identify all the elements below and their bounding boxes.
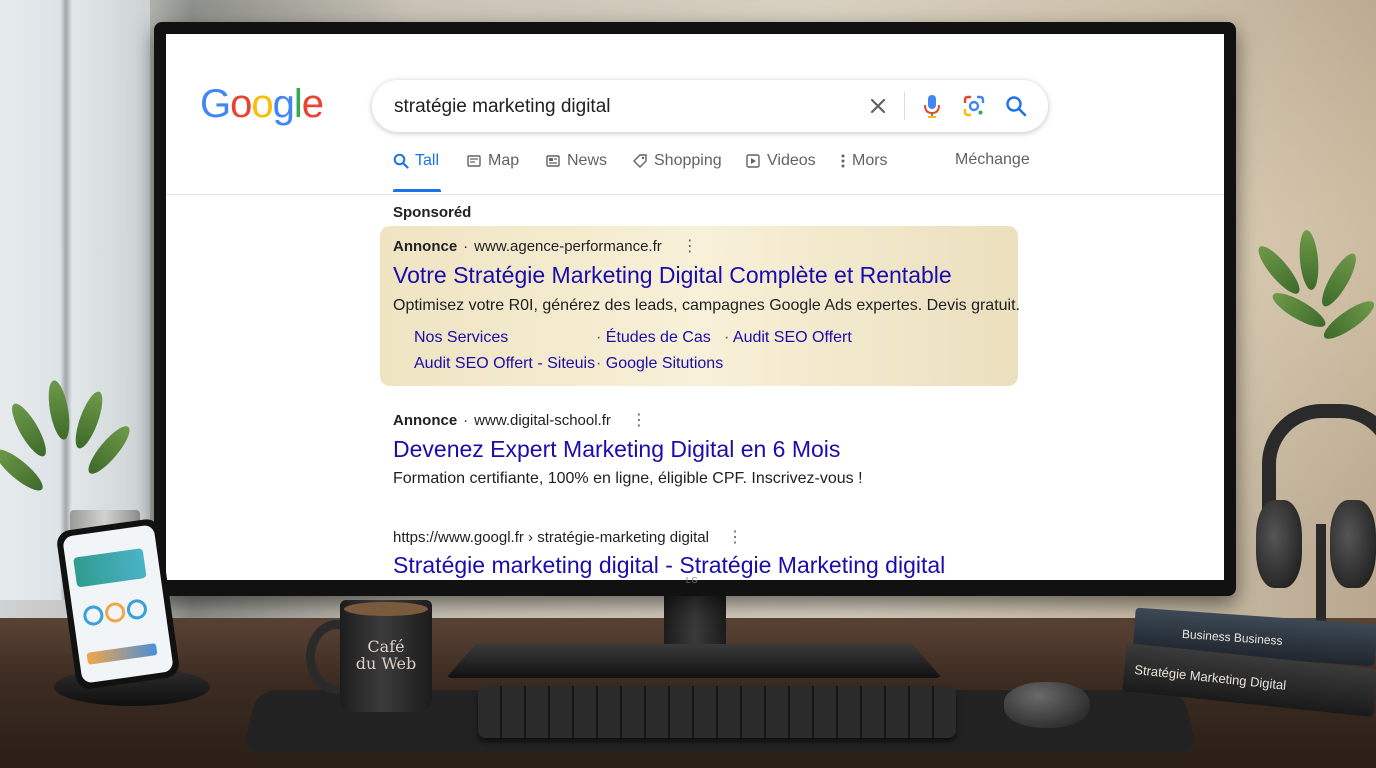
ad-url[interactable]: www.agence-performance.fr bbox=[474, 238, 662, 255]
browser-screen: Google stratégie marketing digital Tall … bbox=[166, 34, 1224, 580]
monitor-stand-base bbox=[446, 644, 942, 678]
mug-logo: Café du Web bbox=[355, 637, 417, 673]
tools-button[interactable]: Méchange bbox=[955, 151, 1030, 169]
tools-label: Méchange bbox=[955, 151, 1030, 168]
sitelink-seo-audit-sites[interactable]: Audit SEO Offert - Siteuis bbox=[414, 355, 595, 373]
mouse bbox=[1004, 682, 1090, 728]
map-icon bbox=[467, 155, 481, 167]
lens-icon[interactable] bbox=[960, 92, 988, 120]
search-divider bbox=[904, 92, 905, 120]
tab-shopping[interactable]: Shopping bbox=[632, 152, 722, 170]
more-options-icon[interactable]: ⋮ bbox=[631, 410, 647, 430]
ad-label: Annonce bbox=[393, 411, 458, 429]
search-bar[interactable]: stratégie marketing digital bbox=[372, 80, 1048, 132]
smartphone bbox=[55, 517, 181, 691]
google-logo[interactable]: Google bbox=[200, 82, 324, 127]
sitelink-seo-audit[interactable]: · Audit SEO Offert bbox=[724, 329, 852, 347]
bullet: · bbox=[463, 237, 469, 255]
ad-title-link[interactable]: Devenez Expert Marketing Digital en 6 Mo… bbox=[393, 436, 840, 463]
tab-news[interactable]: News bbox=[545, 152, 607, 170]
active-tab-indicator bbox=[393, 189, 441, 192]
ad-description: Optimisez votre R0I, générez des leads, … bbox=[393, 297, 1020, 314]
bullet: · bbox=[463, 411, 469, 429]
sitelink-services[interactable]: Nos Services bbox=[414, 329, 508, 347]
sponsored-label: Sponsoréd bbox=[393, 204, 472, 221]
monitor-brand: LG bbox=[686, 576, 699, 585]
tab-videos[interactable]: Videos bbox=[745, 152, 816, 170]
tab-label: News bbox=[567, 152, 608, 169]
tab-label: Videos bbox=[767, 152, 816, 169]
plant-right bbox=[1250, 229, 1376, 430]
more-options-icon[interactable]: ⋮ bbox=[682, 236, 698, 256]
tab-label: Shopping bbox=[654, 152, 722, 169]
tab-map[interactable]: Map bbox=[466, 152, 519, 170]
ad-meta: Annonce · www.digital-school.fr ⋮ bbox=[393, 410, 647, 430]
result-url[interactable]: https://www.googl.fr › stratégie-marketi… bbox=[393, 527, 743, 547]
tab-label: Map bbox=[488, 152, 520, 169]
play-icon bbox=[746, 154, 760, 168]
coffee bbox=[344, 602, 428, 616]
tab-label: Mors bbox=[852, 152, 888, 169]
sitelink-case-studies[interactable]: · Études de Cas bbox=[596, 329, 711, 347]
microphone-icon[interactable] bbox=[918, 92, 946, 120]
tag-icon bbox=[633, 154, 647, 168]
monitor: Google stratégie marketing digital Tall … bbox=[154, 22, 1236, 596]
more-options-icon[interactable]: ⋮ bbox=[727, 529, 743, 546]
news-icon bbox=[546, 155, 560, 167]
book-stack: Business Business Stratégie Marketing Di… bbox=[1122, 607, 1376, 718]
ad-description: Formation certifiante, 100% en ligne, él… bbox=[393, 470, 863, 487]
ad-meta: Annonce · www.agence-performance.fr ⋮ bbox=[393, 236, 698, 256]
sitelink-google-solutions[interactable]: · Google Situtions bbox=[596, 355, 723, 373]
book-title: Stratégie Marketing Digital bbox=[1133, 661, 1287, 693]
ad-title-link[interactable]: Votre Stratégie Marketing Digital Complè… bbox=[393, 262, 952, 289]
tab-all[interactable]: Tall bbox=[393, 152, 439, 170]
search-icon[interactable] bbox=[1002, 92, 1030, 120]
keyboard bbox=[478, 686, 956, 738]
headphones-on-stand bbox=[1256, 404, 1376, 624]
more-icon bbox=[841, 154, 845, 168]
search-tabs: Tall Map News Shopping Videos Mors Mécha… bbox=[166, 138, 1224, 195]
search-input[interactable]: stratégie marketing digital bbox=[394, 96, 611, 118]
ad-label: Annonce bbox=[393, 237, 458, 255]
monitor-stand bbox=[664, 590, 726, 650]
tab-more[interactable]: Mors bbox=[840, 152, 888, 170]
clear-icon[interactable] bbox=[864, 92, 892, 120]
tab-label: Tall bbox=[415, 152, 440, 169]
search-icon bbox=[393, 153, 409, 169]
ad-url[interactable]: www.digital-school.fr bbox=[474, 412, 611, 429]
book-title: Business Business bbox=[1181, 626, 1283, 648]
result-title-link[interactable]: Stratégie marketing digital - Stratégie … bbox=[393, 552, 945, 579]
